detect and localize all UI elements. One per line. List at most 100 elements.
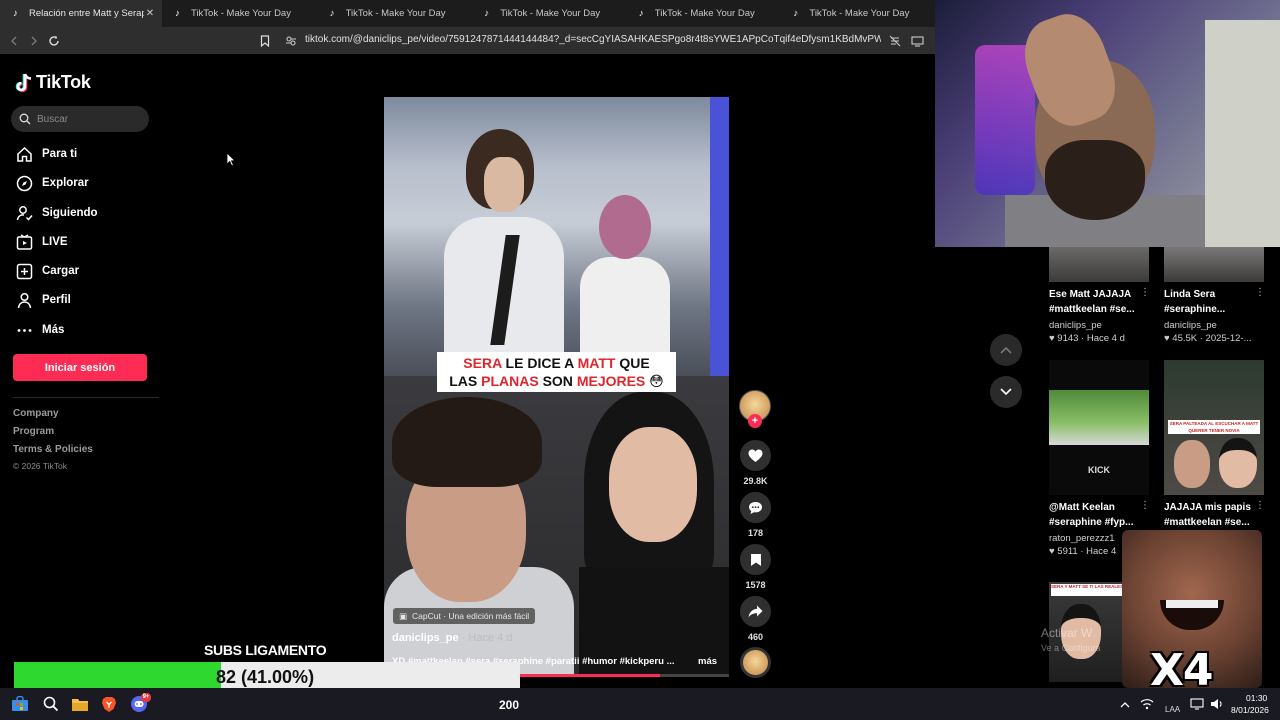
- previous-video-button[interactable]: [990, 334, 1022, 366]
- recommendation-thumbnail[interactable]: [1164, 247, 1264, 282]
- thumbnail-kick-text: KICK: [1088, 465, 1110, 475]
- video-person-hair: [392, 397, 542, 487]
- tiktok-favicon-icon: ♪: [329, 8, 335, 19]
- video-person-hair: [599, 195, 651, 259]
- browser-tab[interactable]: ♪ TikTok - Make Your Day: [471, 0, 626, 27]
- chevron-down-icon: [1000, 388, 1012, 396]
- recommendation-author[interactable]: raton_perezzz1: [1049, 533, 1114, 544]
- capcut-badge[interactable]: ▣ CapCut · Una edición más fácil: [393, 608, 536, 624]
- login-button[interactable]: Iniciar sesión: [13, 354, 147, 381]
- store-icon[interactable]: [10, 694, 30, 714]
- recommendation-menu-icon[interactable]: ⋮: [1140, 500, 1150, 511]
- search-placeholder: Buscar: [37, 113, 69, 125]
- nav-label: Siguiendo: [42, 207, 98, 219]
- nav-item-mas[interactable]: Más: [15, 320, 64, 340]
- back-icon[interactable]: [6, 33, 22, 49]
- nav-item-live[interactable]: LIVE: [15, 232, 68, 252]
- url-field[interactable]: tiktok.com/@daniclips_pe/video/759124787…: [305, 34, 881, 45]
- recommendation-title[interactable]: Linda Sera #seraphine...: [1164, 287, 1254, 317]
- nav-item-explorar[interactable]: Explorar: [15, 173, 89, 193]
- tiktok-logo[interactable]: TikTok: [15, 72, 91, 93]
- recommendation-menu-icon[interactable]: ⋮: [1255, 287, 1265, 298]
- nav-item-para-ti[interactable]: Para ti: [15, 144, 77, 164]
- chevron-up-icon[interactable]: [1115, 694, 1135, 714]
- site-info-icon[interactable]: [283, 33, 299, 49]
- capcut-label: CapCut · Una edición más fácil: [412, 611, 530, 621]
- volume-icon[interactable]: [1207, 694, 1227, 714]
- tab-label: TikTok - Make Your Day: [654, 8, 755, 19]
- browser-tab-active[interactable]: ♪ Relación entre Matt y Seraph ✕: [0, 0, 162, 27]
- comment-button[interactable]: [740, 492, 771, 523]
- profile-icon: [15, 291, 33, 309]
- tiktok-favicon-icon: ♪: [13, 8, 18, 19]
- clock-time[interactable]: 01:30: [1246, 693, 1267, 703]
- tab-label: TikTok - Make Your Day: [809, 8, 910, 19]
- upload-icon: [15, 262, 33, 280]
- windows-activation-watermark: Activar W: [1041, 626, 1093, 640]
- tab-label: TikTok - Make Your Day: [191, 8, 291, 19]
- thumbnail-caption: SERA PALTEADA AL ESCUCHAR A MATT QUERER …: [1168, 420, 1260, 434]
- nav-item-siguiendo[interactable]: Siguiendo: [15, 203, 98, 223]
- recommendation-author[interactable]: daniclips_pe: [1049, 320, 1102, 331]
- footer-link-terms[interactable]: Terms & Policies: [13, 444, 93, 455]
- nav-label: Para ti: [42, 148, 78, 160]
- more-icon: [15, 321, 33, 339]
- video-author[interactable]: daniclips_pe: [392, 632, 459, 644]
- like-button[interactable]: [740, 440, 771, 471]
- share-button[interactable]: [740, 596, 771, 627]
- live-icon: [15, 233, 33, 251]
- footer-link-program[interactable]: Program: [13, 426, 54, 437]
- browser-tab[interactable]: ♪ TikTok - Make Your Day: [780, 0, 935, 27]
- browser-tab[interactable]: ♪ TikTok - Make Your Day: [317, 0, 472, 27]
- reader-mode-icon[interactable]: [887, 33, 903, 49]
- subs-goal-text: 82 (41.00%): [216, 667, 315, 687]
- language-indicator[interactable]: LAA: [1165, 705, 1180, 714]
- recommendation-title[interactable]: Ese Matt JAJAJA #mattkeelan #se...: [1049, 287, 1139, 317]
- clock-date[interactable]: 8/01/2026: [1231, 705, 1269, 715]
- cast-icon[interactable]: [909, 33, 925, 49]
- search-icon: [19, 113, 31, 125]
- save-button[interactable]: [740, 544, 771, 575]
- network-icon[interactable]: [1137, 694, 1157, 714]
- search-input[interactable]: Buscar: [11, 106, 149, 132]
- tab-label: Relación entre Matt y Seraph: [29, 8, 144, 19]
- tab-label: TikTok - Make Your Day: [500, 8, 601, 19]
- caption-word: PLANAS: [481, 373, 539, 389]
- music-disc[interactable]: [740, 647, 771, 678]
- brave-browser-icon[interactable]: [99, 694, 119, 714]
- bookmark-icon[interactable]: [257, 33, 273, 49]
- video-caption: SERA LE DICE A MATT QUE LAS PLANAS SON M…: [437, 352, 676, 392]
- recommendation-title[interactable]: @Matt Keelan #seraphine #fyp...: [1049, 500, 1139, 530]
- nav-item-cargar[interactable]: Cargar: [15, 261, 79, 281]
- recommendation-stats: ♥ 9143 · Hace 4 d: [1049, 333, 1125, 344]
- recommendation-author[interactable]: daniclips_pe: [1164, 320, 1217, 331]
- webcam-streamer-beard: [1045, 140, 1145, 220]
- caption-word: MATT: [577, 355, 616, 371]
- next-video-button[interactable]: [990, 376, 1022, 408]
- taskbar-counter: 200: [499, 698, 520, 712]
- recommendation-thumbnail[interactable]: KICK: [1049, 360, 1149, 495]
- recommendation-title[interactable]: JAJAJA mis papis #mattkeelan #se...: [1164, 500, 1254, 530]
- forward-icon[interactable]: [26, 33, 42, 49]
- follow-plus-icon[interactable]: +: [748, 414, 762, 428]
- video-player[interactable]: SERA LE DICE A MATT QUE LAS PLANAS SON M…: [384, 97, 729, 677]
- footer-link-company[interactable]: Company: [13, 408, 59, 419]
- recommendation-thumbnail[interactable]: [1049, 247, 1149, 282]
- nav-item-perfil[interactable]: Perfil: [15, 290, 71, 310]
- display-icon[interactable]: [1187, 694, 1207, 714]
- file-explorer-icon[interactable]: [70, 694, 90, 714]
- copyright-text: © 2026 TikTok: [13, 461, 67, 471]
- video-author-line[interactable]: daniclips_pe · Hace 4 d: [392, 632, 512, 644]
- video-person-face: [609, 427, 697, 542]
- discord-notification-badge: 9+: [141, 693, 151, 702]
- recommendation-menu-icon[interactable]: ⋮: [1255, 500, 1265, 511]
- browser-tab[interactable]: ♪ TikTok - Make Your Day: [162, 0, 317, 27]
- recommendation-thumbnail[interactable]: SERA PALTEADA AL ESCUCHAR A MATT QUERER …: [1164, 360, 1264, 495]
- more-button[interactable]: más: [698, 656, 717, 667]
- browser-tab[interactable]: ♪ TikTok - Make Your Day: [626, 0, 781, 27]
- recommendation-menu-icon[interactable]: ⋮: [1140, 287, 1150, 298]
- search-icon[interactable]: [41, 694, 61, 714]
- close-tab-icon[interactable]: ✕: [144, 8, 156, 19]
- comment-icon: [749, 501, 762, 514]
- reload-icon[interactable]: [46, 33, 62, 49]
